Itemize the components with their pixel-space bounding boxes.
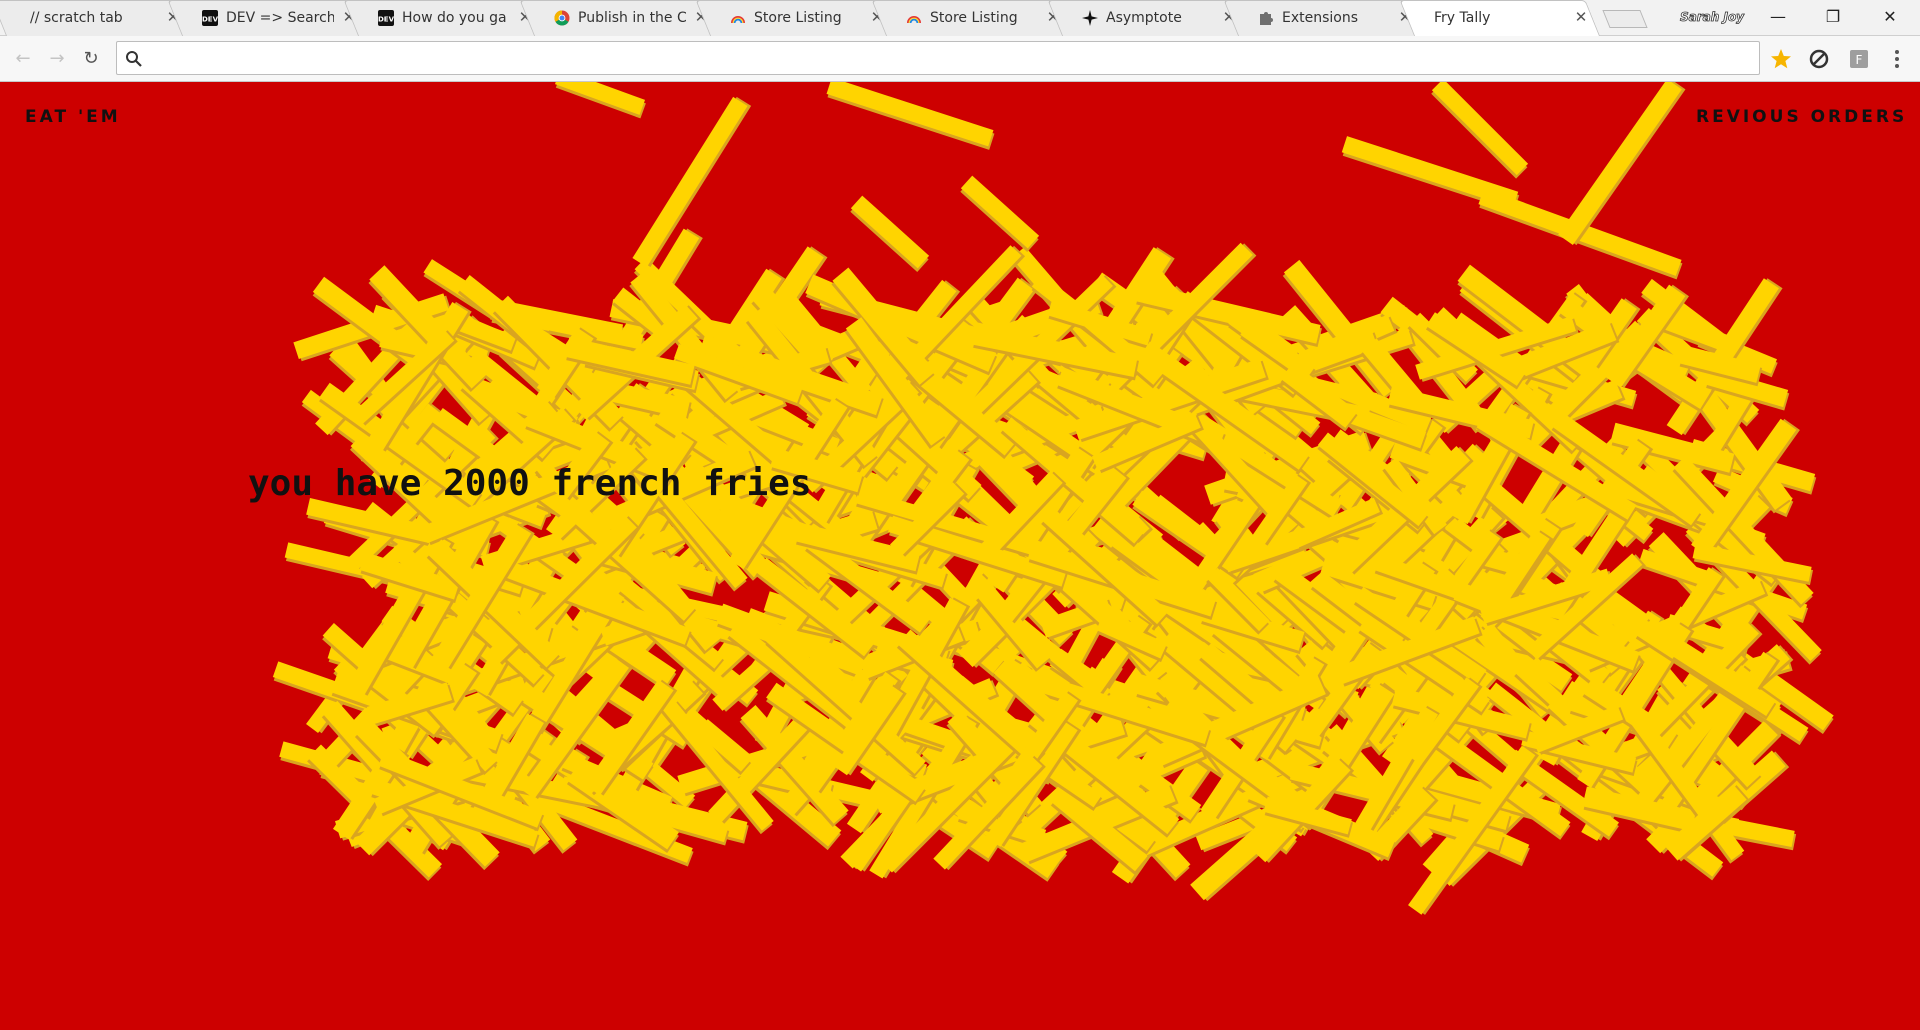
back-arrow-icon[interactable]: ←	[10, 46, 36, 72]
tab-title: Store Listing	[930, 10, 1018, 26]
minimize-icon[interactable]: —	[1758, 4, 1798, 30]
chrome-logo-icon	[554, 10, 570, 26]
reload-icon[interactable]: ↻	[78, 46, 104, 72]
new-tab-button[interactable]	[1602, 10, 1648, 28]
tab-strip: // scratch tab ✕ DEV DEV => Search ✕ DEV…	[0, 0, 1920, 36]
tab-extensions[interactable]: Extensions ✕	[1223, 0, 1424, 36]
tab-title: Store Listing	[754, 10, 842, 26]
tab-title: Asymptote	[1106, 10, 1182, 26]
dev-logo-icon: DEV	[378, 10, 394, 26]
tab-asymptote[interactable]: Asymptote ✕	[1047, 0, 1248, 36]
tab-title: Fry Tally	[1434, 10, 1491, 26]
tab-scratch[interactable]: // scratch tab ✕	[0, 0, 192, 36]
extension-sync-icon[interactable]	[1806, 46, 1832, 72]
french-fries-pile	[272, 82, 1834, 915]
forward-arrow-icon[interactable]: →	[44, 46, 70, 72]
tab-title: How do you ga	[402, 10, 507, 26]
tab-dev-search[interactable]: DEV DEV => Search ✕	[167, 0, 368, 36]
sparkle-icon	[1082, 10, 1098, 26]
bookmark-star-icon[interactable]	[1768, 46, 1794, 72]
rainbow-icon	[907, 16, 921, 24]
restore-icon[interactable]: ❐	[1813, 4, 1853, 30]
tab-publish[interactable]: Publish in the C ✕	[519, 0, 720, 36]
close-window-icon[interactable]: ✕	[1870, 4, 1910, 30]
tab-title: // scratch tab	[30, 10, 123, 26]
puzzle-piece-icon	[1260, 12, 1273, 25]
rainbow-icon	[731, 16, 745, 24]
search-icon	[126, 51, 142, 67]
tab-fry-tally[interactable]: Fry Tally ✕	[1399, 0, 1600, 36]
address-input[interactable]	[151, 46, 1741, 70]
tab-store-listing-2[interactable]: Store Listing ✕	[871, 0, 1072, 36]
svg-text:DEV: DEV	[202, 16, 218, 24]
page-content: EAT 'EM REVIOUS ORDERS you have 2000 fre…	[0, 82, 1920, 1030]
eat-em-link[interactable]: EAT 'EM	[25, 106, 121, 128]
close-tab-icon[interactable]: ✕	[1572, 8, 1590, 26]
dev-logo-icon: DEV	[202, 10, 218, 26]
profile-name[interactable]: Sarah Joy	[1680, 7, 1745, 27]
tab-store-listing-1[interactable]: Store Listing ✕	[695, 0, 896, 36]
extension-f-icon[interactable]: F	[1846, 46, 1872, 72]
address-bar[interactable]	[116, 41, 1760, 75]
toolbar: ← → ↻ F	[0, 36, 1920, 82]
tab-title: DEV => Search	[226, 10, 334, 26]
fry-count-text: you have 2000 french fries	[248, 463, 812, 504]
previous-orders-link[interactable]: REVIOUS ORDERS	[1696, 106, 1907, 128]
menu-dots-icon[interactable]	[1884, 46, 1910, 72]
svg-text:DEV: DEV	[378, 16, 394, 24]
tab-title: Publish in the C	[578, 10, 686, 26]
tab-title: Extensions	[1282, 10, 1359, 26]
svg-text:F: F	[1856, 53, 1863, 67]
tab-dev-question[interactable]: DEV How do you ga ✕	[343, 0, 544, 36]
